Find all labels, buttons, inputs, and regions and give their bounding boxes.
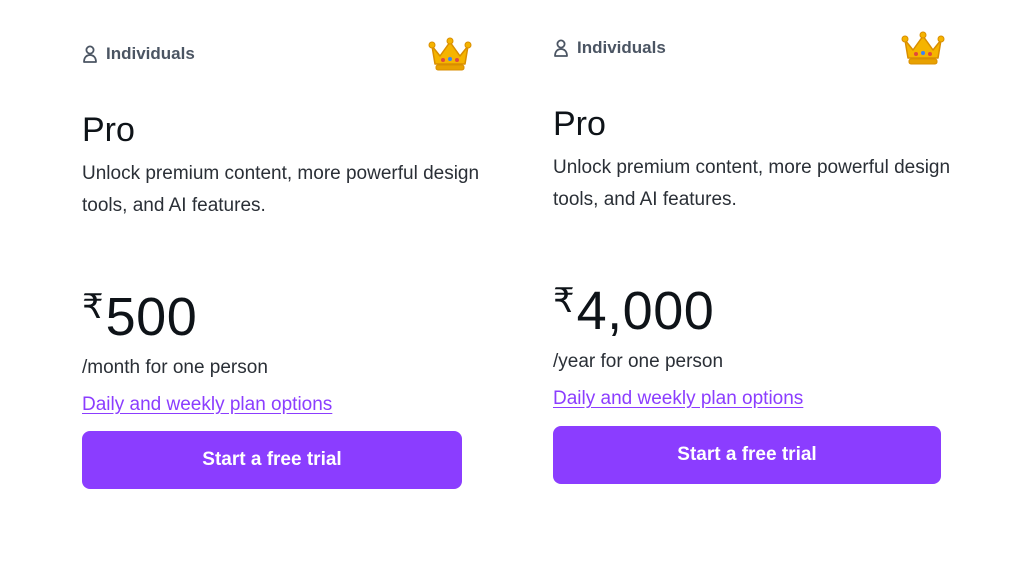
crown-icon — [428, 37, 472, 71]
price-amount: 4,000 — [576, 281, 715, 341]
plan-name: Pro — [553, 105, 606, 143]
audience-row: Individuals — [553, 28, 953, 68]
price: ₹ 4,000 — [553, 282, 953, 344]
pricing-card-yearly: Individuals Pro Unlock premium content, … — [553, 28, 953, 484]
pricing-card-monthly: Individuals Pro Unlock premium content, … — [82, 34, 482, 489]
price: ₹ 500 — [82, 288, 482, 350]
start-free-trial-button[interactable]: Start a free trial — [553, 426, 941, 484]
start-free-trial-button[interactable]: Start a free trial — [82, 431, 462, 489]
audience-text: Individuals — [577, 38, 666, 57]
person-icon — [554, 39, 568, 57]
plan-options-link[interactable]: Daily and weekly plan options — [553, 386, 803, 412]
audience-text: Individuals — [106, 44, 195, 63]
audience-row: Individuals — [82, 34, 482, 74]
audience-label: Individuals — [82, 44, 195, 64]
price-amount: 500 — [105, 287, 198, 347]
currency-symbol: ₹ — [82, 288, 104, 326]
plan-description: Unlock premium content, more powerful de… — [553, 157, 951, 210]
plan-options-link[interactable]: Daily and weekly plan options — [82, 392, 332, 418]
crown-icon — [901, 31, 945, 65]
plan-description: Unlock premium content, more powerful de… — [82, 163, 480, 216]
person-icon — [83, 45, 97, 63]
billing-period: /year for one person — [553, 351, 724, 372]
plan-name: Pro — [82, 111, 135, 149]
currency-symbol: ₹ — [553, 282, 575, 320]
billing-period: /month for one person — [82, 357, 268, 378]
audience-label: Individuals — [553, 38, 666, 58]
